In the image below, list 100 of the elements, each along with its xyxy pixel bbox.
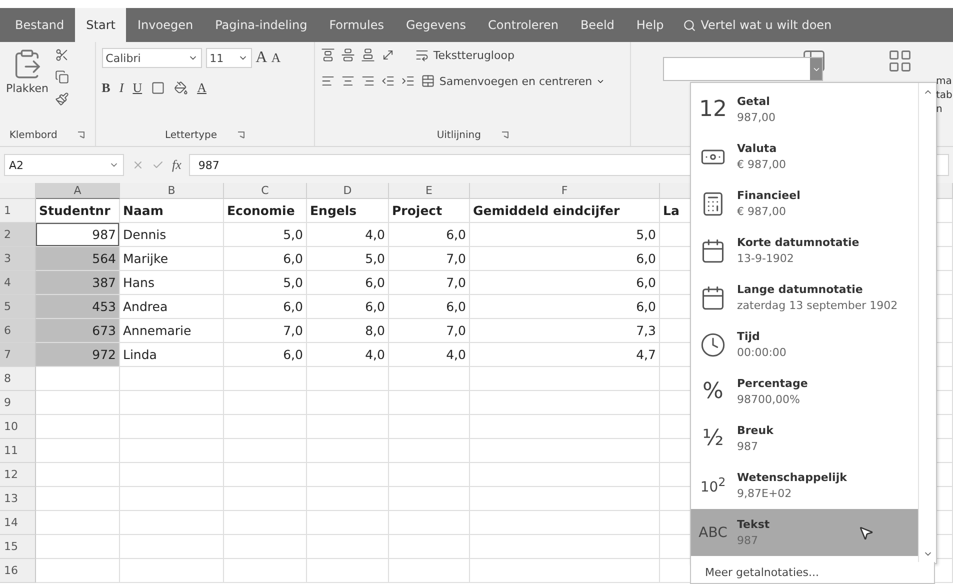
table-cell: 7,0: [224, 319, 307, 343]
insert-function-button[interactable]: fx: [172, 157, 182, 173]
format-symbol-icon: 12: [699, 97, 727, 122]
underline-button[interactable]: U: [132, 80, 142, 96]
menu-item[interactable]: Korte datumnotatie 13-9-1902: [691, 227, 918, 274]
indent-increase-icon[interactable]: [401, 74, 416, 88]
column-header[interactable]: C: [224, 183, 307, 199]
align-center-icon[interactable]: [341, 74, 356, 88]
format-symbol-icon: ABC: [698, 524, 728, 540]
table-cell: Hans: [120, 271, 224, 295]
table-cell: 8,0: [307, 319, 389, 343]
row-header[interactable]: 13: [0, 487, 36, 511]
ribbon-tab[interactable]: Bestand: [4, 8, 76, 42]
ribbon-tab[interactable]: Controleren: [477, 8, 570, 42]
name-box[interactable]: A2: [4, 154, 124, 176]
shrink-font-button[interactable]: A: [271, 50, 281, 66]
italic-button[interactable]: I: [119, 80, 124, 96]
row-header[interactable]: 3: [0, 247, 36, 271]
wrap-text-button[interactable]: Tekstterugloop: [415, 48, 514, 62]
ribbon-tab[interactable]: Invoegen: [126, 8, 204, 42]
font-color-button[interactable]: A: [197, 80, 206, 96]
dialog-launcher-icon: [237, 131, 245, 139]
font-size-field[interactable]: 11: [206, 48, 252, 68]
table-cell: 6,0: [224, 247, 307, 271]
table-cell: 4,0: [389, 343, 470, 367]
table-cell: 4,0: [307, 343, 389, 367]
menu-item[interactable]: ½ Breuk 987: [691, 415, 918, 462]
table-cell: Andrea: [120, 295, 224, 319]
table-cell: 5,0: [307, 247, 389, 271]
row-header[interactable]: 11: [0, 439, 36, 463]
copy-icon[interactable]: [54, 70, 69, 84]
more-formats-link[interactable]: Meer getalnotaties...: [690, 562, 935, 584]
table-cell: Marijke: [120, 247, 224, 271]
paste-button[interactable]: Plakken: [6, 48, 49, 95]
wrap-text-icon: [415, 48, 430, 62]
table-cell: 6,0: [470, 247, 660, 271]
align-right-icon[interactable]: [361, 74, 376, 88]
fill-color-icon[interactable]: [174, 81, 188, 95]
row-header[interactable]: 8: [0, 367, 36, 391]
align-middle-icon[interactable]: [341, 48, 356, 62]
column-header[interactable]: D: [307, 183, 389, 199]
borders-icon[interactable]: [151, 81, 166, 95]
dialog-launcher-icon: [500, 131, 509, 139]
column-header[interactable]: F: [470, 183, 660, 199]
ribbon-tab[interactable]: Formules: [318, 8, 395, 42]
table-cell: 7,0: [389, 271, 470, 295]
table-cell: Economie: [224, 199, 307, 223]
row-header[interactable]: 5: [0, 295, 36, 319]
column-header[interactable]: A: [36, 183, 120, 199]
table-cell: Engels: [307, 199, 389, 223]
align-top-icon[interactable]: [321, 48, 336, 62]
column-header[interactable]: B: [120, 183, 224, 199]
table-cell: 673: [36, 319, 120, 343]
row-header[interactable]: 7: [0, 343, 36, 367]
row-header[interactable]: 10: [0, 415, 36, 439]
group-label: Uitlijning: [436, 130, 481, 140]
merge-center-button[interactable]: Samenvoegen en centreren: [421, 74, 606, 88]
menu-item[interactable]: 10$^{2}$ Wetenschappelijk 9,87E+02: [691, 462, 918, 509]
ribbon-tab[interactable]: Beeld: [569, 8, 626, 42]
format-symbol-icon: ½: [702, 426, 724, 451]
align-bottom-icon[interactable]: [361, 48, 376, 62]
grow-font-button[interactable]: A: [256, 49, 268, 67]
format-painter-icon[interactable]: [54, 92, 69, 106]
bold-button[interactable]: B: [102, 80, 110, 96]
row-header[interactable]: 16: [0, 559, 36, 583]
indent-decrease-icon[interactable]: [381, 74, 396, 88]
number-format-field[interactable]: [663, 57, 823, 81]
row-header[interactable]: 1: [0, 199, 36, 223]
align-left-icon[interactable]: [321, 74, 336, 88]
row-header[interactable]: 12: [0, 463, 36, 487]
calendar-icon: [700, 238, 726, 264]
ribbon-tab[interactable]: Pagina-indeling: [204, 8, 318, 42]
ribbon-tab[interactable]: Help: [625, 8, 675, 42]
table-cell: 387: [36, 271, 120, 295]
row-header[interactable]: 4: [0, 271, 36, 295]
dialog-launcher-icon: [77, 131, 86, 139]
table-cell: 5,0: [470, 223, 660, 247]
tell-me-field[interactable]: Vertel wat u wilt doen: [674, 8, 840, 42]
table-cell: 453: [36, 295, 120, 319]
table-cell: 4,7: [470, 343, 660, 367]
table-format-icon[interactable]: [887, 48, 914, 74]
row-header[interactable]: 9: [0, 391, 36, 415]
table-cell: 7,0: [389, 247, 470, 271]
ribbon-tab[interactable]: Start: [75, 8, 126, 42]
format-symbol-icon: 10$^{2}$: [700, 475, 726, 496]
menu-item[interactable]: Lange datumnotatie zaterdag 13 september 1902: [691, 274, 918, 321]
table-cell: 4,0: [307, 223, 389, 247]
row-header[interactable]: 15: [0, 535, 36, 559]
menu-item[interactable]: % Percentage 98700,00%: [691, 368, 918, 415]
row-header[interactable]: 6: [0, 319, 36, 343]
ribbon-tab[interactable]: Gegevens: [395, 8, 478, 42]
orientation-icon[interactable]: [381, 48, 396, 62]
row-header[interactable]: 14: [0, 511, 36, 535]
cut-icon[interactable]: [54, 48, 69, 62]
table-cell: Annemarie: [120, 319, 224, 343]
format-symbol-icon: %: [702, 379, 724, 404]
font-name-field[interactable]: Calibri: [102, 48, 202, 68]
row-header[interactable]: 2: [0, 223, 36, 247]
menu-item[interactable]: Tijd 00:00:00: [691, 321, 918, 368]
column-header[interactable]: E: [389, 183, 470, 199]
